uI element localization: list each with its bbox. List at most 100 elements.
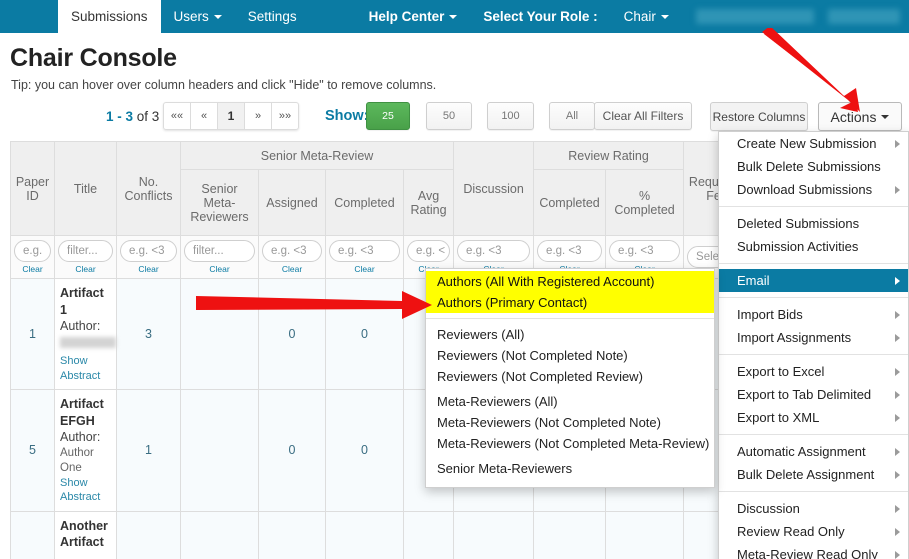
pager-button-0[interactable]: ««: [163, 102, 191, 130]
actions-dropdown-menu[interactable]: Create New Submission Bulk Delete Submiss…: [718, 131, 909, 559]
page-size-25-button[interactable]: 25: [366, 102, 410, 130]
page-size-all-button[interactable]: All: [549, 102, 595, 130]
filter-clear-link-0[interactable]: Clear: [14, 264, 51, 274]
menu-item-automatic-assignment[interactable]: Automatic Assignment: [719, 440, 908, 463]
pager-button-2[interactable]: 1: [217, 102, 245, 130]
menu-item-meta-reviewers-not-completed-meta-review[interactable]: Meta-Reviewers (Not Completed Meta-Revie…: [426, 433, 714, 454]
menu-item-export-to-excel[interactable]: Export to Excel: [719, 360, 908, 383]
pager-button-1[interactable]: «: [190, 102, 218, 130]
menu-item-meta-review-read-only[interactable]: Meta-Review Read Only: [719, 543, 908, 559]
col-header-9[interactable]: % Completed: [605, 169, 685, 236]
col-header-3[interactable]: Senior Meta-Reviewers: [180, 169, 259, 236]
menu-item-label: Authors (All With Registered Account): [437, 274, 655, 289]
show-label: Show:: [325, 108, 369, 124]
menu-item-discussion[interactable]: Discussion: [719, 497, 908, 520]
chevron-down-icon: [660, 14, 669, 19]
col-header-4[interactable]: Assigned: [258, 169, 326, 236]
menu-item-create-new-submission[interactable]: Create New Submission: [719, 132, 908, 155]
page-size-100-button[interactable]: 100: [487, 102, 534, 130]
menu-item-export-to-xml[interactable]: Export to XML: [719, 406, 908, 429]
nav-item-chair[interactable]: Chair: [611, 0, 682, 33]
nav-item-select-your-role[interactable]: Select Your Role :: [470, 0, 610, 33]
menu-item-senior-meta-reviewers[interactable]: Senior Meta-Reviewers: [426, 458, 714, 479]
cell-paper-id: [10, 510, 55, 559]
filter-input-3[interactable]: filter...: [184, 240, 255, 262]
col-header-2[interactable]: No. Conflicts: [116, 141, 181, 236]
filter-input-9[interactable]: e.g. <3: [609, 240, 681, 262]
menu-item-label: Export to XML: [737, 410, 820, 425]
menu-item-label: Discussion: [737, 501, 800, 516]
filter-clear-link-1[interactable]: Clear: [58, 264, 113, 274]
menu-item-reviewers-all[interactable]: Reviewers (All): [426, 324, 714, 345]
filter-input-5[interactable]: e.g. <3: [329, 240, 400, 262]
submission-title[interactable]: Artifact EFGH: [60, 396, 111, 429]
submission-title[interactable]: Another Artifact: [60, 518, 111, 551]
clear-all-filters-button[interactable]: Clear All Filters: [594, 102, 692, 130]
page-size-50-button[interactable]: 50: [426, 102, 472, 130]
pager-button-4[interactable]: »»: [271, 102, 299, 130]
filter-input-1[interactable]: filter...: [58, 240, 113, 262]
cell-assigned: [258, 510, 326, 559]
menu-item-meta-reviewers-not-completed-note[interactable]: Meta-Reviewers (Not Completed Note): [426, 412, 714, 433]
filter-input-2[interactable]: e.g. <3: [120, 240, 177, 262]
nav-item-settings[interactable]: Settings: [235, 0, 310, 33]
redacted-nav-item-1[interactable]: [695, 9, 814, 24]
filter-input-4[interactable]: e.g. <3: [262, 240, 322, 262]
filter-input-0[interactable]: e.g.: [14, 240, 51, 262]
col-header-1[interactable]: Title: [54, 141, 117, 236]
menu-separator: [719, 434, 908, 435]
result-total: of 3: [133, 109, 160, 124]
menu-item-download-submissions[interactable]: Download Submissions: [719, 178, 908, 201]
menu-item-reviewers-not-completed-review[interactable]: Reviewers (Not Completed Review): [426, 366, 714, 387]
cell-no-conflicts: 3: [116, 277, 181, 391]
redacted-nav-item-2[interactable]: [827, 9, 900, 24]
nav-item-label: Select Your Role :: [483, 8, 598, 24]
col-header-5[interactable]: Completed: [325, 169, 404, 236]
pagination-control[interactable]: «« «1»»»: [163, 102, 299, 130]
restore-columns-button[interactable]: Restore Columns: [710, 102, 808, 131]
filter-clear-link-4[interactable]: Clear: [262, 264, 322, 274]
filter-clear-link-2[interactable]: Clear: [120, 264, 177, 274]
result-range: 1 - 3: [106, 109, 134, 124]
menu-item-reviewers-not-completed-note[interactable]: Reviewers (Not Completed Note): [426, 345, 714, 366]
menu-item-label: Authors (Primary Contact): [437, 295, 588, 310]
cell-completed: 0: [325, 389, 404, 512]
menu-item-label: Import Assignments: [737, 330, 852, 345]
menu-item-submission-activities[interactable]: Submission Activities: [719, 235, 908, 258]
filter-clear-link-3[interactable]: Clear: [184, 264, 255, 274]
menu-item-export-to-tab-delimited[interactable]: Export to Tab Delimited: [719, 383, 908, 406]
email-submenu[interactable]: Authors (All With Registered Account) Aut…: [425, 268, 715, 488]
menu-item-bulk-delete-submissions[interactable]: Bulk Delete Submissions: [719, 155, 908, 178]
filter-input-6[interactable]: e.g. <: [407, 240, 451, 262]
nav-item-submissions[interactable]: Submissions: [58, 0, 161, 33]
filter-clear-link-5[interactable]: Clear: [329, 264, 400, 274]
pager-button-3[interactable]: »: [244, 102, 272, 130]
nav-primary-items: Submissions Users Settings: [58, 0, 310, 33]
menu-item-import-bids[interactable]: Import Bids: [719, 303, 908, 326]
menu-item-email[interactable]: Email: [719, 269, 908, 292]
chevron-right-icon: [895, 550, 900, 559]
menu-item-label: Reviewers (Not Completed Note): [437, 348, 628, 363]
menu-item-bulk-delete-assignment[interactable]: Bulk Delete Assignment: [719, 463, 908, 486]
menu-item-import-assignments[interactable]: Import Assignments: [719, 326, 908, 349]
col-header-8[interactable]: Completed: [533, 169, 607, 236]
menu-item-meta-reviewers-all[interactable]: Meta-Reviewers (All): [426, 391, 714, 412]
show-abstract-link[interactable]: Show Abstract: [60, 476, 111, 505]
filter-input-8[interactable]: e.g. <3: [537, 240, 603, 262]
menu-item-authors-primary-contact[interactable]: Authors (Primary Contact): [426, 292, 714, 313]
nav-item-help-center[interactable]: Help Center: [356, 0, 471, 33]
nav-gap: [310, 0, 356, 33]
menu-item-label: Meta-Review Read Only: [737, 547, 878, 559]
filter-input-7[interactable]: e.g. <3: [457, 240, 531, 262]
col-header-7[interactable]: Discussion: [453, 141, 535, 236]
show-abstract-link[interactable]: Show Abstract: [60, 354, 111, 383]
menu-item-authors-all-with-registered-account[interactable]: Authors (All With Registered Account): [426, 271, 714, 292]
actions-dropdown-button[interactable]: Actions: [818, 102, 902, 131]
cell-senior-meta-reviewers: [180, 510, 259, 559]
col-header-0[interactable]: Paper ID: [10, 141, 55, 236]
menu-item-deleted-submissions[interactable]: Deleted Submissions: [719, 212, 908, 235]
col-header-6[interactable]: Avg Rating: [402, 169, 455, 236]
submission-title[interactable]: Artifact 1: [60, 285, 111, 318]
menu-item-review-read-only[interactable]: Review Read Only: [719, 520, 908, 543]
nav-item-users[interactable]: Users: [161, 0, 235, 33]
